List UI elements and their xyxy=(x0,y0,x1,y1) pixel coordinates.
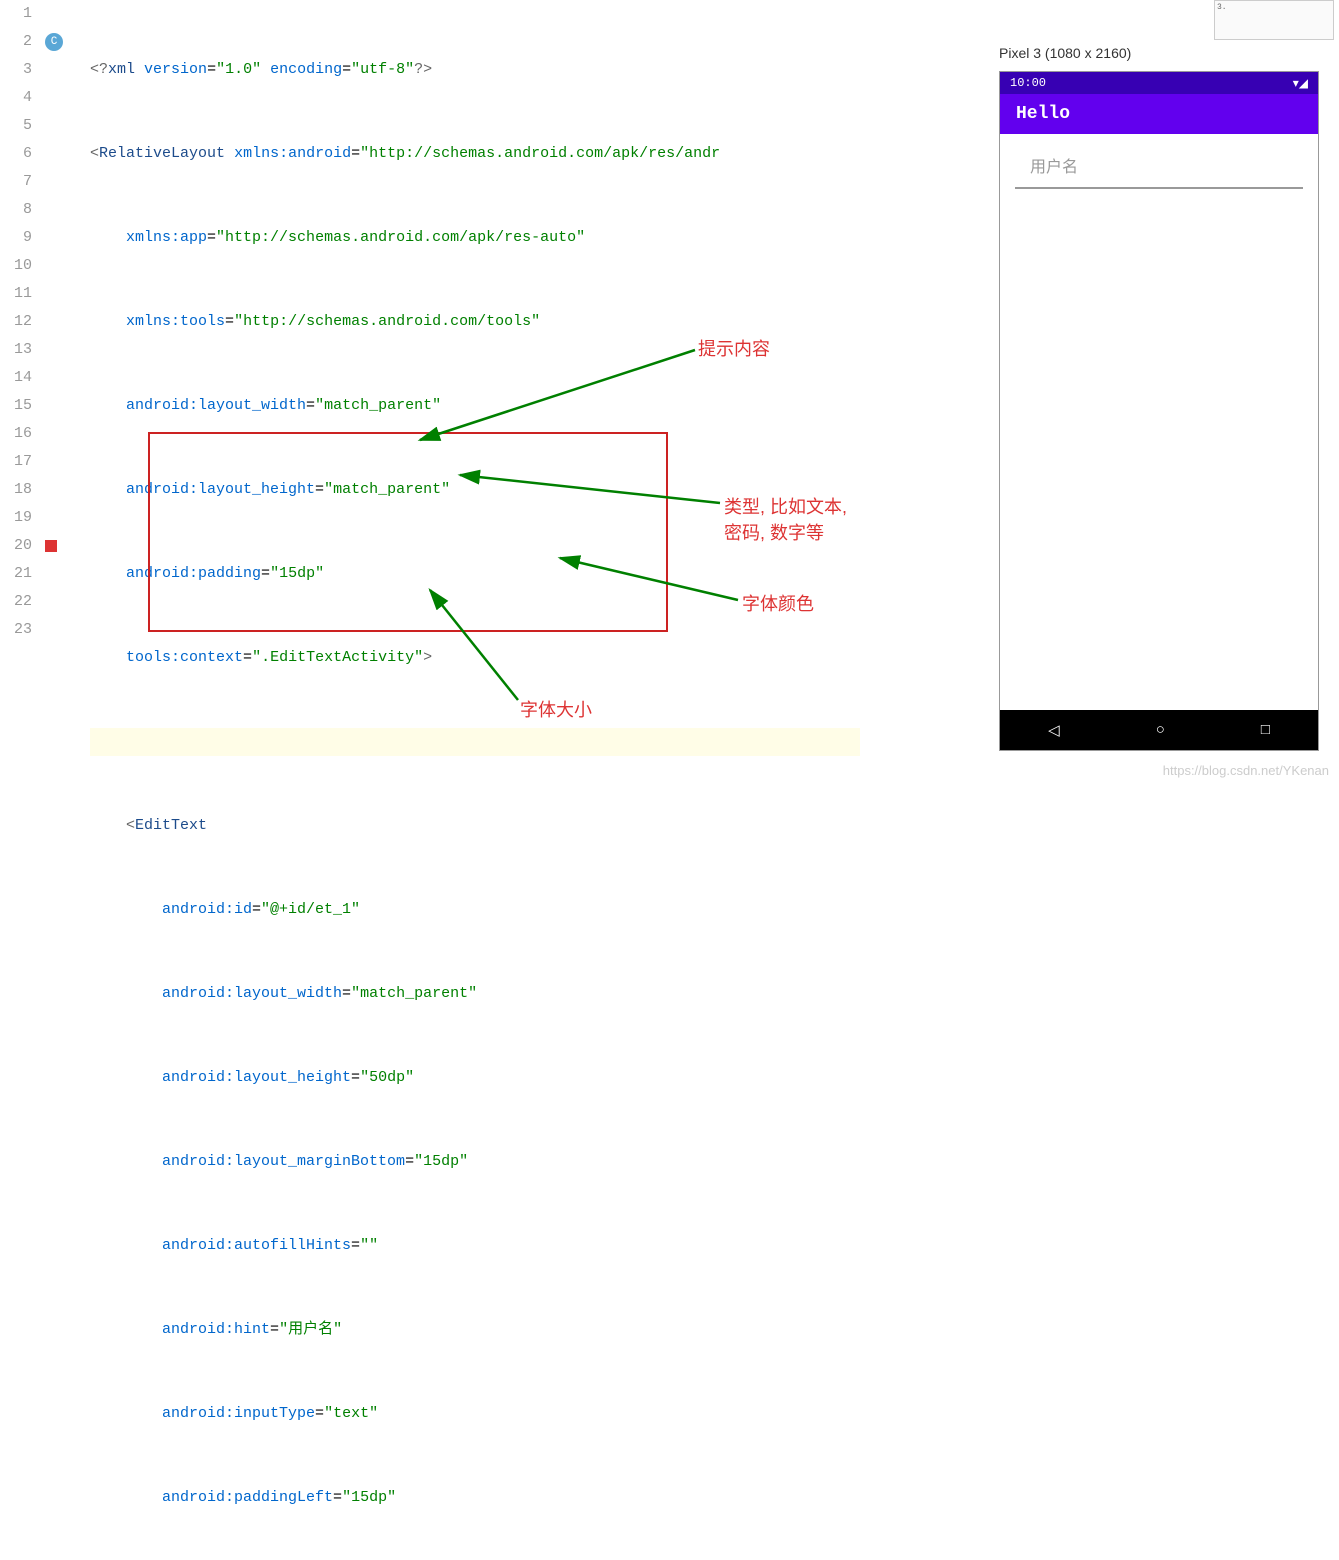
phone-content xyxy=(1000,134,1318,204)
line-number: 4 xyxy=(0,84,32,112)
status-time: 10:00 xyxy=(1010,76,1046,90)
line-number: 19 xyxy=(0,504,32,532)
annotation-color: 字体颜色 xyxy=(742,590,814,616)
line-number: 23 xyxy=(0,616,32,644)
phone-frame: 10:00 ▾◢ Hello ◁ ○ □ xyxy=(999,71,1319,751)
line-number: 5 xyxy=(0,112,32,140)
annotation-hint: 提示内容 xyxy=(698,335,770,361)
line-number: 2 xyxy=(0,28,32,56)
nav-bar: ◁ ○ □ xyxy=(1000,710,1318,750)
annotation-size: 字体大小 xyxy=(520,696,592,722)
edittext-preview[interactable] xyxy=(1015,149,1303,189)
nav-recent-icon[interactable]: □ xyxy=(1261,722,1270,739)
line-number: 3 xyxy=(0,56,32,84)
line-number: 15 xyxy=(0,392,32,420)
app-title: Hello xyxy=(1016,104,1070,124)
code-editor[interactable]: 1 2 3 4 5 6 7 8 9 10 11 12 13 14 15 16 1… xyxy=(0,0,860,780)
status-icons: ▾◢ xyxy=(1293,76,1308,91)
line-number: 8 xyxy=(0,196,32,224)
annotation-type: 类型, 比如文本, 密码, 数字等 xyxy=(724,493,860,545)
nav-home-icon[interactable]: ○ xyxy=(1156,722,1165,739)
status-bar: 10:00 ▾◢ xyxy=(1000,72,1318,94)
layout-preview: Pixel 3 (1080 x 2160) 10:00 ▾◢ Hello ◁ ○… xyxy=(999,45,1319,751)
device-label: Pixel 3 (1080 x 2160) xyxy=(999,45,1319,61)
line-number: 1 xyxy=(0,0,32,28)
line-number: 22 xyxy=(0,588,32,616)
watermark: https://blog.csdn.net/YKenan xyxy=(1163,763,1329,778)
code-area[interactable]: <?xml version="1.0" encoding="utf-8"?> <… xyxy=(90,0,860,1560)
nav-back-icon[interactable]: ◁ xyxy=(1048,721,1060,740)
line-number: 9 xyxy=(0,224,32,252)
line-number: 7 xyxy=(0,168,32,196)
thumbnail-preview: 3. xyxy=(1214,0,1334,40)
line-number: 12 xyxy=(0,308,32,336)
line-number: 10 xyxy=(0,252,32,280)
line-number: 17 xyxy=(0,448,32,476)
gutter-class-marker[interactable]: C xyxy=(45,33,63,51)
app-bar: Hello xyxy=(1000,94,1318,134)
line-number: 14 xyxy=(0,364,32,392)
line-number: 6 xyxy=(0,140,32,168)
line-gutter: 1 2 3 4 5 6 7 8 9 10 11 12 13 14 15 16 1… xyxy=(0,0,40,780)
gutter-error-marker[interactable] xyxy=(45,540,57,552)
line-number: 13 xyxy=(0,336,32,364)
line-number: 21 xyxy=(0,560,32,588)
line-number: 11 xyxy=(0,280,32,308)
line-number: 16 xyxy=(0,420,32,448)
line-number: 20 xyxy=(0,532,32,560)
line-number: 18 xyxy=(0,476,32,504)
